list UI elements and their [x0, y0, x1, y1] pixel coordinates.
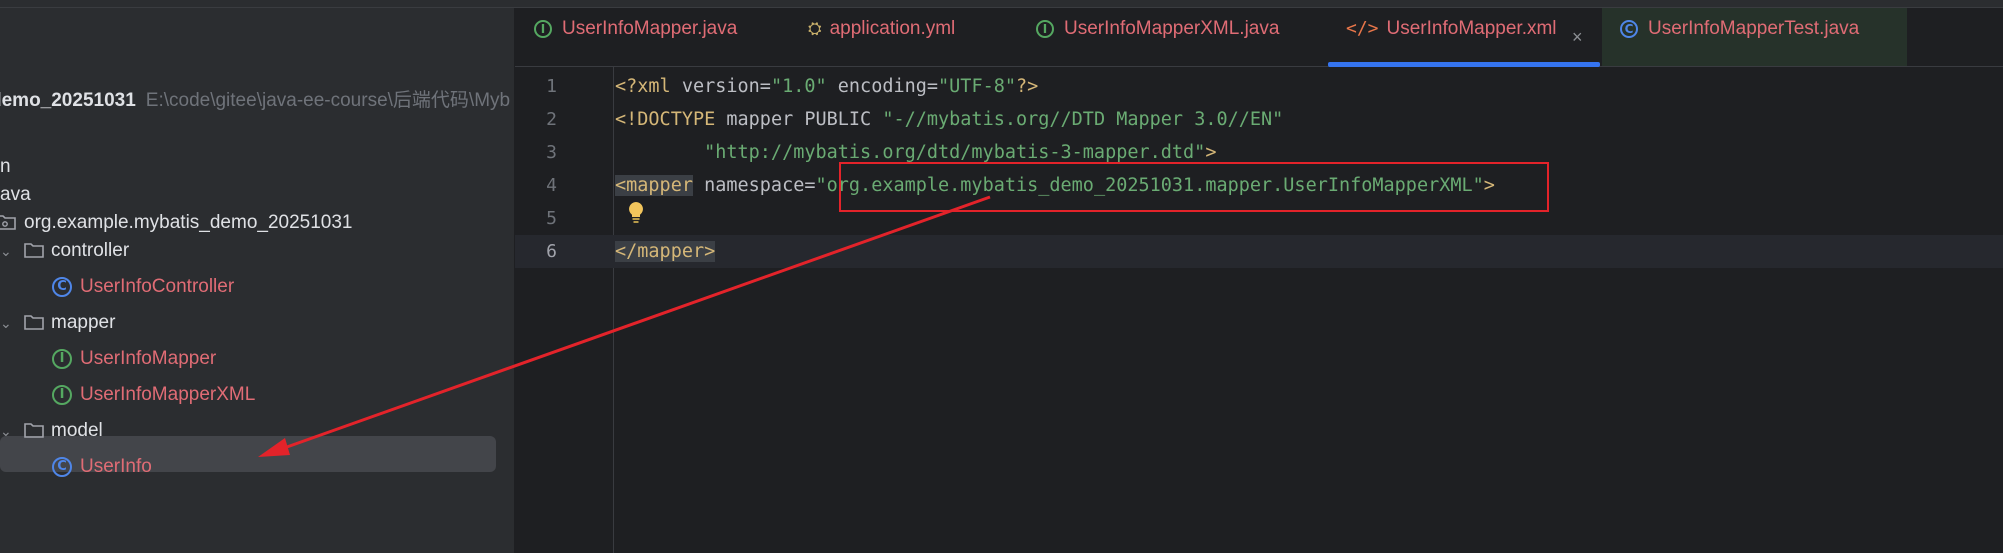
code-token: version=	[681, 76, 771, 97]
xml-icon: </>	[1346, 18, 1379, 39]
tab-label: UserInfoMapper.java	[562, 18, 738, 39]
line-number: 5	[546, 208, 557, 229]
interface-icon: I	[534, 19, 552, 38]
folder-icon	[24, 315, 44, 330]
code-line-6[interactable]: </mapper>	[615, 235, 716, 268]
tree-node-controller[interactable]: ⌄ controller	[0, 233, 514, 269]
code-token: </mapper>	[615, 241, 716, 262]
code-token: "-//mybatis.org//DTD Mapper 3.0//EN"	[882, 109, 1284, 130]
tab-userinfomapperxml-java[interactable]: I UserInfoMapperXML.java	[1036, 0, 1279, 58]
code-token: ?>	[1016, 76, 1039, 97]
namespace-highlight-box	[839, 162, 1549, 212]
tab-userinfomapper-java[interactable]: I UserInfoMapper.java	[534, 0, 737, 58]
chevron-down-icon[interactable]: ⌄	[0, 413, 12, 449]
tree-node-userinfomapper[interactable]: I UserInfoMapper	[0, 341, 514, 377]
code-token: "http://mybatis.org/dtd/mybatis-3-mapper…	[704, 142, 1206, 163]
tree-node-userinfocontroller[interactable]: C UserInfoController	[0, 269, 514, 305]
tree-node-model[interactable]: ⌄ model	[0, 413, 514, 449]
tree-node-label: UserInfoMapper	[80, 348, 217, 369]
tree-node-label: UserInfoMapperXML	[80, 384, 256, 405]
project-tool-window: demo_20251031 E:\code\gitee\java-ee-cours…	[0, 8, 515, 553]
tree-node-label: UserInfoController	[80, 276, 235, 297]
lightbulb-icon[interactable]	[628, 201, 644, 225]
code-token: <?xml	[615, 76, 682, 97]
tab-label: UserInfoMapper.xml	[1386, 18, 1557, 40]
tab-label: UserInfoMapperXML.java	[1064, 18, 1280, 39]
interface-icon: I	[52, 349, 72, 369]
tab-userinfomapper-xml[interactable]: </> UserInfoMapper.xml	[1346, 0, 1557, 58]
tree-node-label: mapper	[51, 312, 116, 333]
tree-node-userinfo[interactable]: C UserInfo	[0, 449, 514, 485]
project-root-row[interactable]: demo_20251031 E:\code\gitee\java-ee-cours…	[0, 83, 510, 119]
folder-icon	[24, 423, 44, 438]
code-token: <!DOCTYPE	[615, 109, 727, 130]
code-token: "UTF-8"	[938, 76, 1016, 97]
code-token: <mapper	[615, 175, 693, 196]
chevron-down-icon[interactable]: ⌄	[0, 305, 12, 341]
tree-node-label: UserInfo	[80, 456, 152, 477]
line-number: 3	[546, 142, 557, 163]
line-number: 2	[546, 109, 557, 130]
code-token: mapper PUBLIC	[726, 109, 883, 130]
close-tab-icon[interactable]: ×	[1572, 8, 1583, 66]
current-line-highlight	[515, 235, 2003, 268]
line-number: 4	[546, 175, 557, 196]
tab-application-yml[interactable]: ⛭ application.yml	[808, 0, 955, 58]
interface-icon: I	[52, 385, 72, 405]
yaml-icon: ⛭	[808, 19, 822, 38]
code-token: encoding=	[826, 76, 939, 97]
tab-label: application.yml	[829, 18, 956, 40]
tab-userinfomappertest-java[interactable]: C UserInfoMapperTest.java	[1620, 0, 1859, 58]
test-class-icon: C	[1620, 19, 1638, 38]
tree-node-userinfomapperxml[interactable]: I UserInfoMapperXML	[0, 377, 514, 413]
chevron-down-icon[interactable]: ⌄	[0, 233, 12, 269]
line-number: 1	[546, 76, 557, 97]
tree-node-label: controller	[51, 240, 130, 261]
class-icon: C	[52, 277, 72, 297]
code-token: namespace=	[692, 175, 816, 196]
tab-label: UserInfoMapperTest.java	[1648, 18, 1860, 39]
code-token: "1.0"	[770, 76, 827, 97]
project-name: demo_20251031	[0, 90, 136, 111]
project-path: E:\code\gitee\java-ee-course\后端代码\Myb	[145, 90, 511, 111]
folder-icon	[24, 243, 44, 258]
code-token: >	[1205, 142, 1217, 163]
class-icon: C	[52, 457, 72, 477]
package-folder-icon	[0, 215, 16, 230]
code-line-1[interactable]: <?xml version="1.0" encoding="UTF-8"?>	[615, 70, 1038, 103]
interface-icon: I	[1036, 19, 1054, 38]
tree-node-label: model	[51, 420, 103, 441]
line-number-current: 6	[546, 241, 557, 262]
tree-node-mapper[interactable]: ⌄ mapper	[0, 305, 514, 341]
code-line-2[interactable]: <!DOCTYPE mapper PUBLIC "-//mybatis.org/…	[615, 103, 1283, 136]
